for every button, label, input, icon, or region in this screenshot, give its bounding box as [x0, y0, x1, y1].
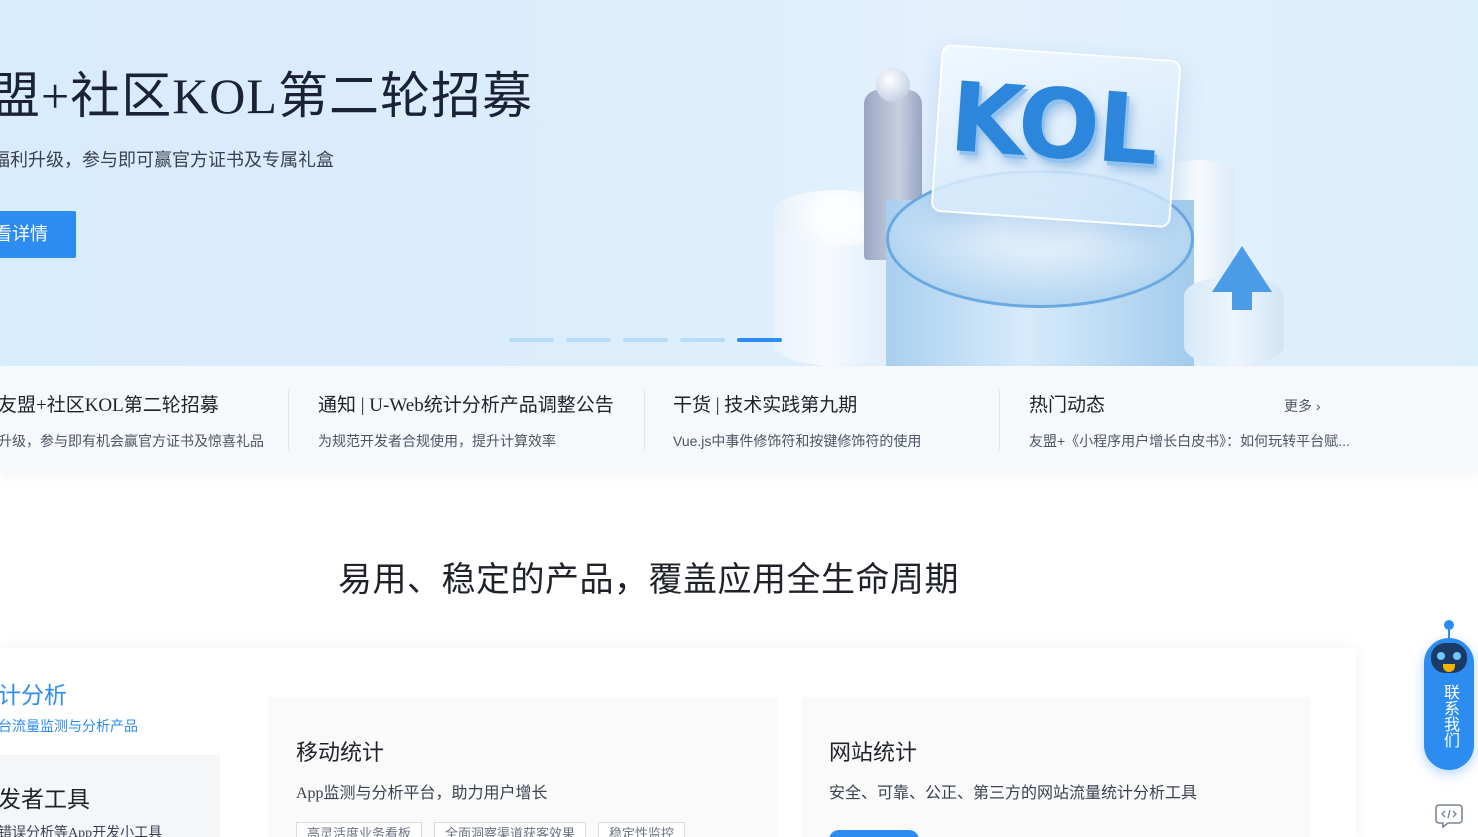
news-item-title[interactable]: 干货 | 技术实践第九期 [673, 390, 921, 417]
news-item[interactable]: 友盟+社区KOL第二轮招募 升级，参与即有机会赢官方证书及惊喜礼品 [0, 390, 264, 450]
contact-us-label[interactable]: 联系我们 [1437, 684, 1461, 748]
news-divider [644, 390, 645, 450]
carousel-dot[interactable] [509, 338, 554, 342]
more-link[interactable]: 更多 › [1284, 396, 1321, 416]
product-card-desc: App监测与分析平台，助力用户增长 [296, 785, 548, 802]
product-tag: 稳定性监控 [598, 822, 686, 837]
carousel-dot[interactable] [623, 338, 668, 342]
arrow-up-icon-stem [1232, 286, 1252, 310]
news-divider [999, 390, 1000, 450]
news-item-desc: 升级，参与即有机会赢官方证书及惊喜礼品 [0, 433, 264, 449]
news-strip: 友盟+社区KOL第二轮招募 升级，参与即有机会赢官方证书及惊喜礼品 通知 | U… [0, 366, 1478, 473]
carousel-dot[interactable] [566, 338, 611, 342]
hero-subtitle: 福利升级，参与即可赢官方证书及专属礼盒 [0, 150, 334, 170]
news-item-title[interactable]: 友盟+社区KOL第二轮招募 [0, 390, 264, 417]
hero-banner: KOL 盟+社区KOL第二轮招募 福利升级，参与即可赢官方证书及专属礼盒 看详情 [0, 0, 1478, 366]
product-card-web[interactable]: 网站统计 安全、可靠、公正、第三方的网站流量统计分析工具 [801, 697, 1311, 837]
sidebar-item-dev-tools[interactable]: 发者工具 [0, 780, 90, 814]
product-card-mobile[interactable]: 移动统计 App监测与分析平台，助力用户增长 高灵活度业务看板 全面洞察渠道获客… [268, 697, 778, 837]
product-card-button[interactable] [829, 830, 919, 837]
product-card-title: 移动统计 [296, 740, 385, 765]
carousel-indicators [509, 338, 782, 342]
news-divider [288, 390, 289, 450]
view-details-button[interactable]: 看详情 [0, 211, 76, 258]
news-item[interactable]: 干货 | 技术实践第九期 Vue.js中事件修饰符和按键修饰符的使用 [673, 390, 921, 450]
robot-antenna-tip [1444, 620, 1454, 630]
product-card-desc: 安全、可靠、公正、第三方的网站流量统计分析工具 [829, 785, 1198, 802]
robot-eyes-icon [1437, 652, 1461, 662]
sidebar-item-analytics-desc: 台流量监测与分析产品 [0, 718, 138, 734]
news-item-desc: Vue.js中事件修饰符和按键修饰符的使用 [673, 433, 922, 449]
product-tag: 全面洞察渠道获客效果 [434, 822, 587, 837]
product-card-tags: 高灵活度业务看板 全面洞察渠道获客效果 稳定性监控 [296, 822, 686, 837]
news-item-desc[interactable]: 友盟+《小程序用户增长白皮书》：如何玩转平台赋... [1029, 431, 1350, 451]
hero-title: 盟+社区KOL第二轮招募 [0, 68, 533, 124]
product-tag: 高灵活度业务看板 [296, 822, 423, 837]
news-item-title[interactable]: 通知 | U-Web统计分析产品调整公告 [318, 390, 614, 417]
sidebar-item-analytics[interactable]: 计分析 [0, 676, 67, 710]
illustration-kol-text: KOL [946, 60, 1161, 188]
product-card-title: 网站统计 [829, 740, 918, 765]
carousel-dot-active[interactable] [737, 338, 782, 342]
section-title: 易用、稳定的产品，覆盖应用全生命周期 [338, 561, 959, 599]
news-item-desc: 为规范开发者合规使用，提升计算效率 [318, 433, 556, 449]
kol-illustration: KOL [760, 40, 1320, 366]
news-item[interactable]: 通知 | U-Web统计分析产品调整公告 为规范开发者合规使用，提升计算效率 [318, 390, 614, 450]
illustration-ball [876, 68, 910, 102]
code-feedback-icon[interactable] [1430, 800, 1468, 830]
sidebar-item-dev-tools-desc: 错误分析等App开发小工具 [0, 826, 163, 837]
carousel-dot[interactable] [680, 338, 725, 342]
